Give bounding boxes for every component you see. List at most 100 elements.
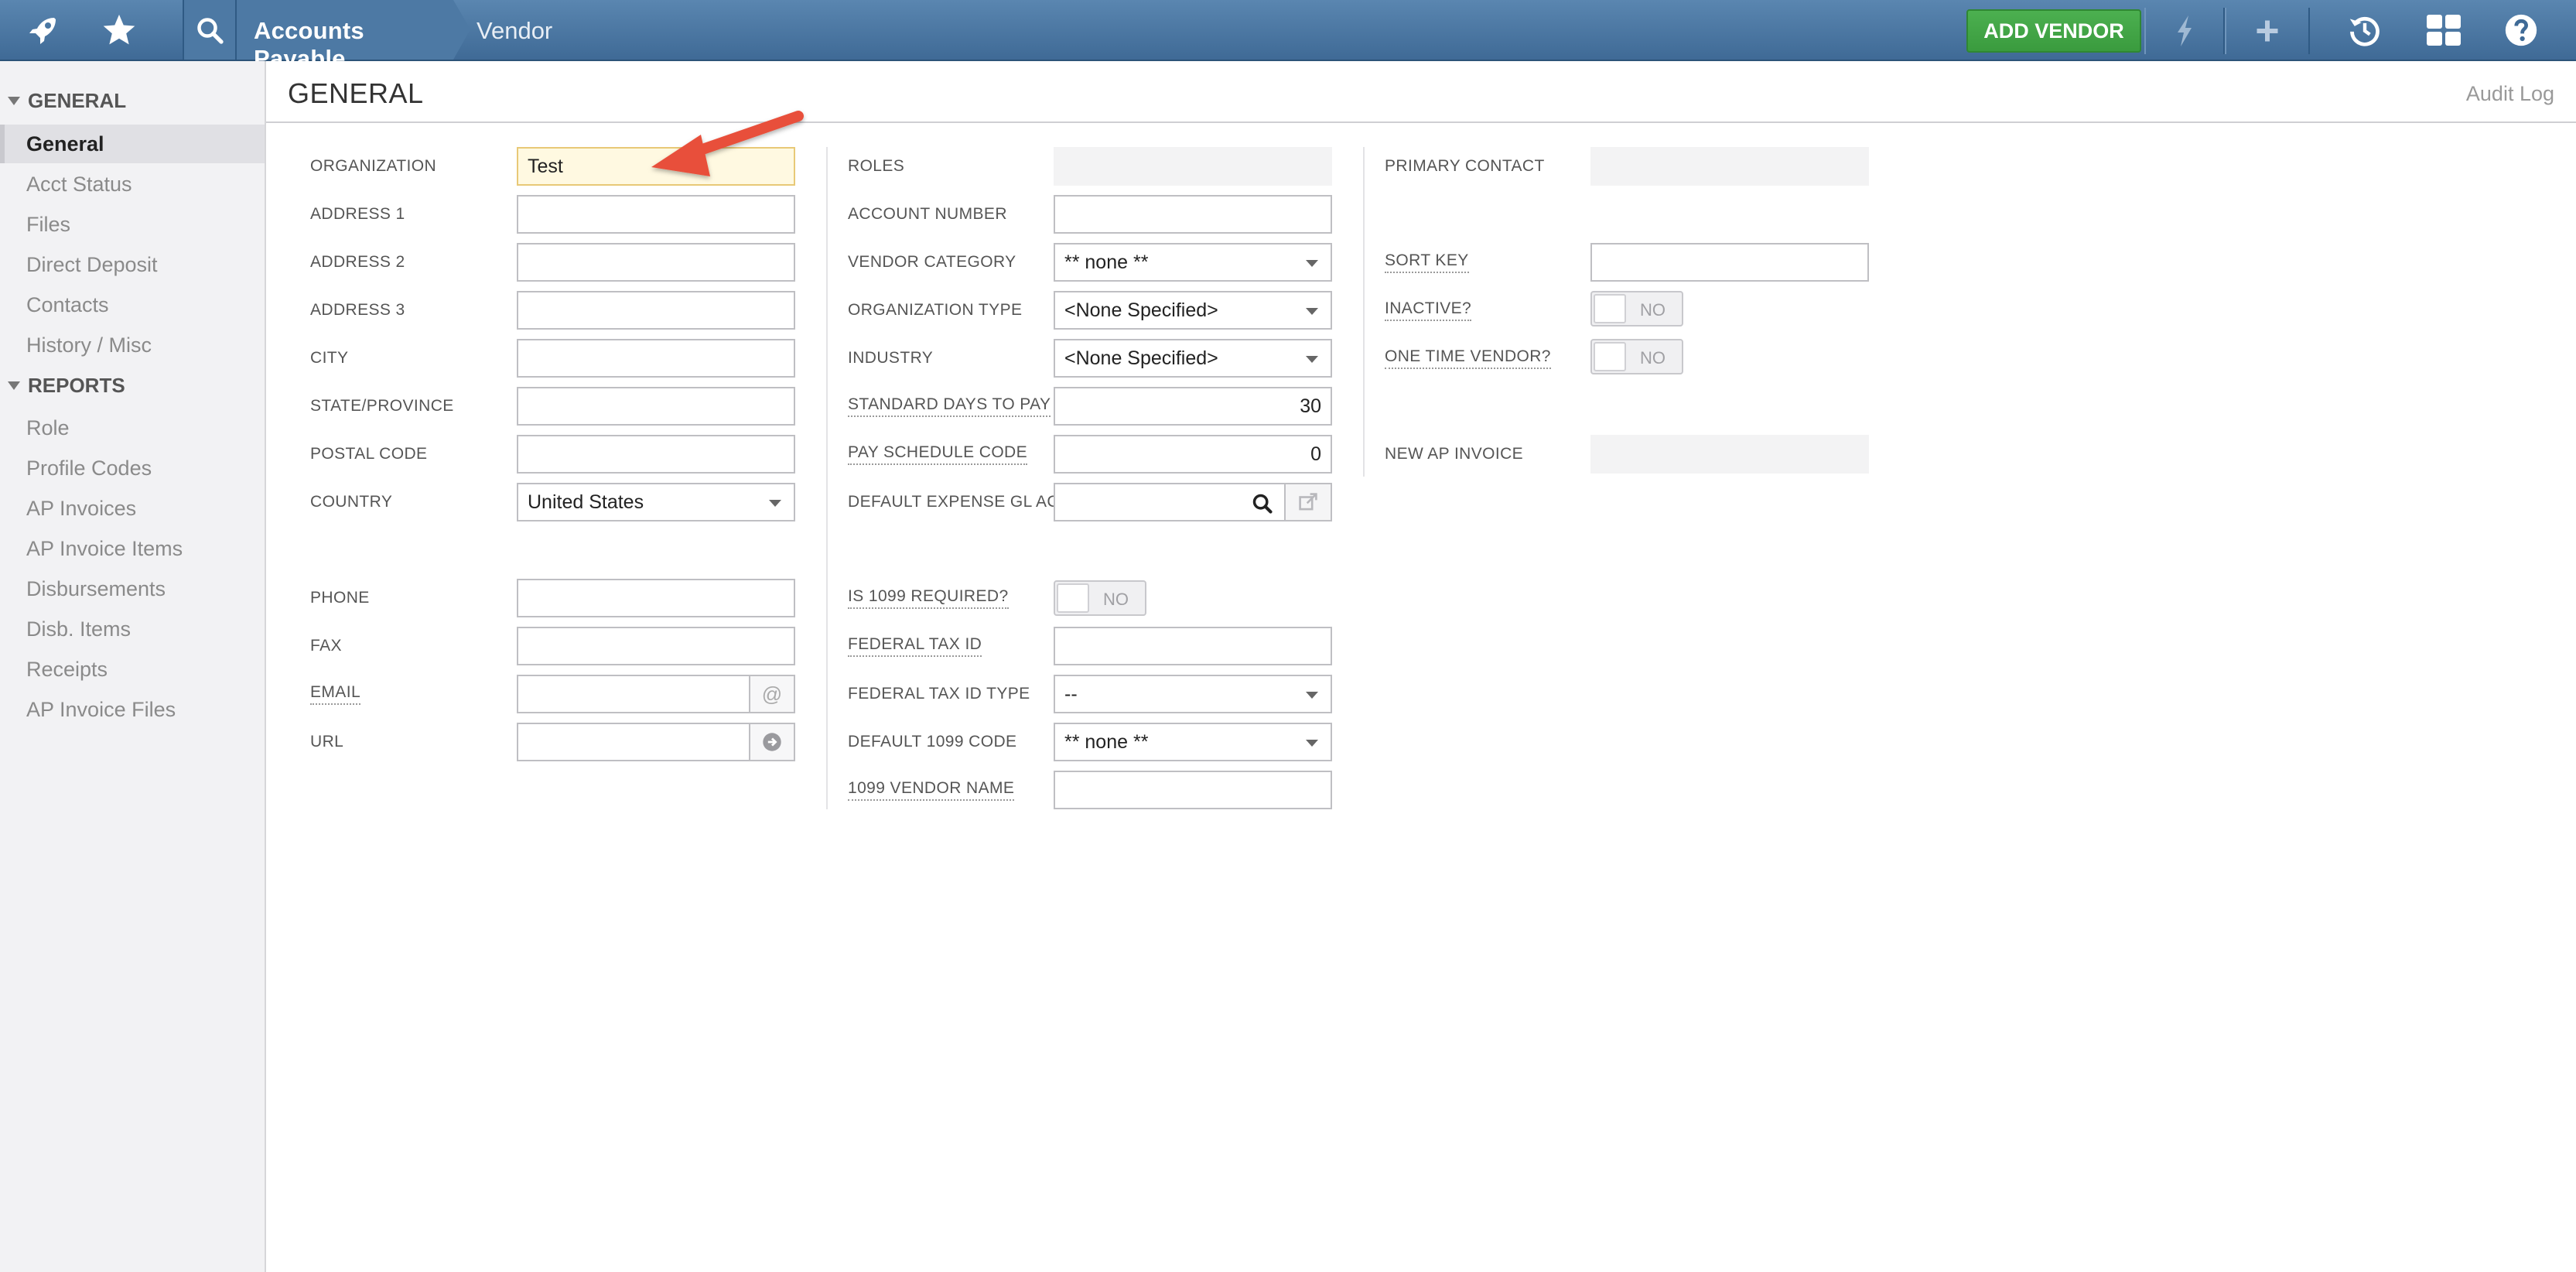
grid-icon	[2427, 14, 2461, 46]
organization-type-select[interactable]: <None Specified>	[1054, 291, 1332, 330]
address-2-field[interactable]	[517, 243, 795, 282]
collapse-triangle-icon	[8, 97, 20, 105]
sidebar-item-files[interactable]: Files	[0, 205, 265, 244]
url-field[interactable]	[517, 723, 795, 761]
industry-select[interactable]: <None Specified>	[1054, 339, 1332, 378]
1099-vendor-name-field[interactable]	[1054, 771, 1332, 809]
country-select-value: United States	[528, 491, 644, 513]
city-field[interactable]	[517, 339, 795, 378]
url-label: URL	[310, 733, 344, 751]
vendor-category-select[interactable]: ** none **	[1054, 243, 1332, 282]
sidebar-item-disbursements[interactable]: Disbursements	[0, 569, 265, 608]
is-1099-required-label: IS 1099 REQUIRED?	[848, 579, 1009, 617]
launcher-button[interactable]	[15, 0, 71, 60]
sidebar-item-receipts[interactable]: Receipts	[0, 650, 265, 689]
help-icon	[2505, 14, 2537, 46]
organization-type-label: ORGANIZATION TYPE	[848, 301, 1023, 319]
federal-tax-id-field[interactable]	[1054, 627, 1332, 665]
rocket-icon	[29, 17, 56, 44]
sidebar-item-ap-invoice-files[interactable]: AP Invoice Files	[0, 690, 265, 729]
organization-label: ORGANIZATION	[310, 157, 437, 175]
inactive-toggle[interactable]: NO	[1590, 291, 1683, 327]
address-3-label: ADDRESS 3	[310, 301, 405, 319]
sidebar-item-ap-invoices[interactable]: AP Invoices	[0, 489, 265, 528]
open-gl-account-button[interactable]	[1284, 483, 1332, 521]
sidebar-section-general[interactable]: GENERAL	[8, 89, 126, 113]
standard-days-to-pay-field[interactable]: 30	[1054, 387, 1332, 426]
page-title: GENERAL	[288, 77, 424, 109]
open-url-button[interactable]	[749, 723, 795, 761]
account-number-field[interactable]	[1054, 195, 1332, 234]
email-field[interactable]: @	[517, 675, 795, 713]
default-expense-gl-acct-field[interactable]	[1054, 483, 1286, 521]
city-label: CITY	[310, 349, 349, 367]
roles-field	[1054, 147, 1332, 186]
apps-grid-button[interactable]	[2415, 0, 2472, 60]
send-email-button[interactable]: @	[749, 675, 795, 713]
plus-icon	[2257, 20, 2278, 42]
default-expense-gl-acct-label: DEFAULT EXPENSE GL ACCT	[848, 493, 1081, 511]
quick-actions-button[interactable]	[2144, 8, 2225, 54]
chevron-down-icon	[1306, 692, 1318, 699]
magnifier-icon[interactable]	[1252, 493, 1273, 515]
country-label: COUNTRY	[310, 493, 393, 511]
chevron-down-icon	[1306, 260, 1318, 267]
federal-tax-id-label-text: FEDERAL TAX ID	[848, 635, 982, 657]
one-time-vendor-label: ONE TIME VENDOR?	[1385, 339, 1551, 378]
pay-schedule-code-label: PAY SCHEDULE CODE	[848, 435, 1028, 474]
one-time-vendor-toggle[interactable]: NO	[1590, 339, 1683, 374]
top-navigation-bar: Accounts Payable Vendor ADD VENDOR	[0, 0, 2576, 72]
sidebar-item-profile-codes[interactable]: Profile Codes	[0, 449, 265, 487]
breadcrumb-module[interactable]: Accounts Payable	[237, 0, 453, 72]
address-3-field[interactable]	[517, 291, 795, 330]
toggle-state: NO	[1640, 300, 1666, 320]
sidebar-item-disb-items[interactable]: Disb. Items	[0, 610, 265, 648]
phone-field[interactable]	[517, 579, 795, 617]
new-record-button[interactable]	[2225, 8, 2310, 54]
primary-contact-field	[1590, 147, 1869, 186]
address-1-label: ADDRESS 1	[310, 205, 405, 223]
sidebar-item-role[interactable]: Role	[0, 409, 265, 447]
external-link-icon	[1299, 493, 1317, 511]
pay-schedule-code-field[interactable]: 0	[1054, 435, 1332, 474]
breadcrumb-separator	[453, 0, 470, 60]
collapse-triangle-icon	[8, 381, 20, 390]
default-1099-code-select[interactable]: ** none **	[1054, 723, 1332, 761]
sidebar-item-general[interactable]: General	[0, 125, 265, 163]
sidebar-item-ap-invoice-items[interactable]: AP Invoice Items	[0, 529, 265, 568]
audit-log-link[interactable]: Audit Log	[2466, 82, 2554, 106]
postal-code-field[interactable]	[517, 435, 795, 474]
toggle-knob	[1057, 583, 1089, 613]
toggle-state: NO	[1103, 590, 1129, 609]
fax-field[interactable]	[517, 627, 795, 665]
sidebar-item-acct-status[interactable]: Acct Status	[0, 165, 265, 203]
inactive-label: INACTIVE?	[1385, 291, 1472, 330]
sidebar-section-reports[interactable]: REPORTS	[8, 374, 125, 398]
annotation-arrow-icon	[651, 111, 804, 176]
global-search-button[interactable]	[183, 0, 237, 60]
help-button[interactable]	[2492, 0, 2550, 60]
sidebar-item-direct-deposit[interactable]: Direct Deposit	[0, 245, 265, 284]
at-icon: @	[761, 682, 783, 706]
is-1099-required-toggle[interactable]: NO	[1054, 580, 1146, 616]
sort-key-label: SORT KEY	[1385, 243, 1469, 282]
is-1099-required-label-text: IS 1099 REQUIRED?	[848, 587, 1009, 609]
sidebar-item-contacts[interactable]: Contacts	[0, 286, 265, 324]
federal-tax-id-label: FEDERAL TAX ID	[848, 627, 982, 665]
federal-tax-id-type-select[interactable]: --	[1054, 675, 1332, 713]
sort-key-field[interactable]	[1590, 243, 1869, 282]
standard-days-to-pay-label: STANDARD DAYS TO PAY	[848, 387, 1051, 426]
recent-history-button[interactable]	[2336, 0, 2393, 60]
state-province-field[interactable]	[517, 387, 795, 426]
default-1099-code-value: ** none **	[1064, 730, 1149, 753]
sidebar-item-history-misc[interactable]: History / Misc	[0, 326, 265, 364]
address-1-field[interactable]	[517, 195, 795, 234]
default-1099-code-label: DEFAULT 1099 CODE	[848, 733, 1017, 751]
bolt-icon	[2178, 15, 2192, 46]
favorites-button[interactable]	[91, 0, 147, 60]
organization-type-value: <None Specified>	[1064, 299, 1218, 321]
column-divider	[826, 147, 828, 809]
toggle-knob	[1594, 294, 1626, 323]
add-vendor-button[interactable]: ADD VENDOR	[1966, 9, 2141, 53]
country-select[interactable]: United States	[517, 483, 795, 521]
